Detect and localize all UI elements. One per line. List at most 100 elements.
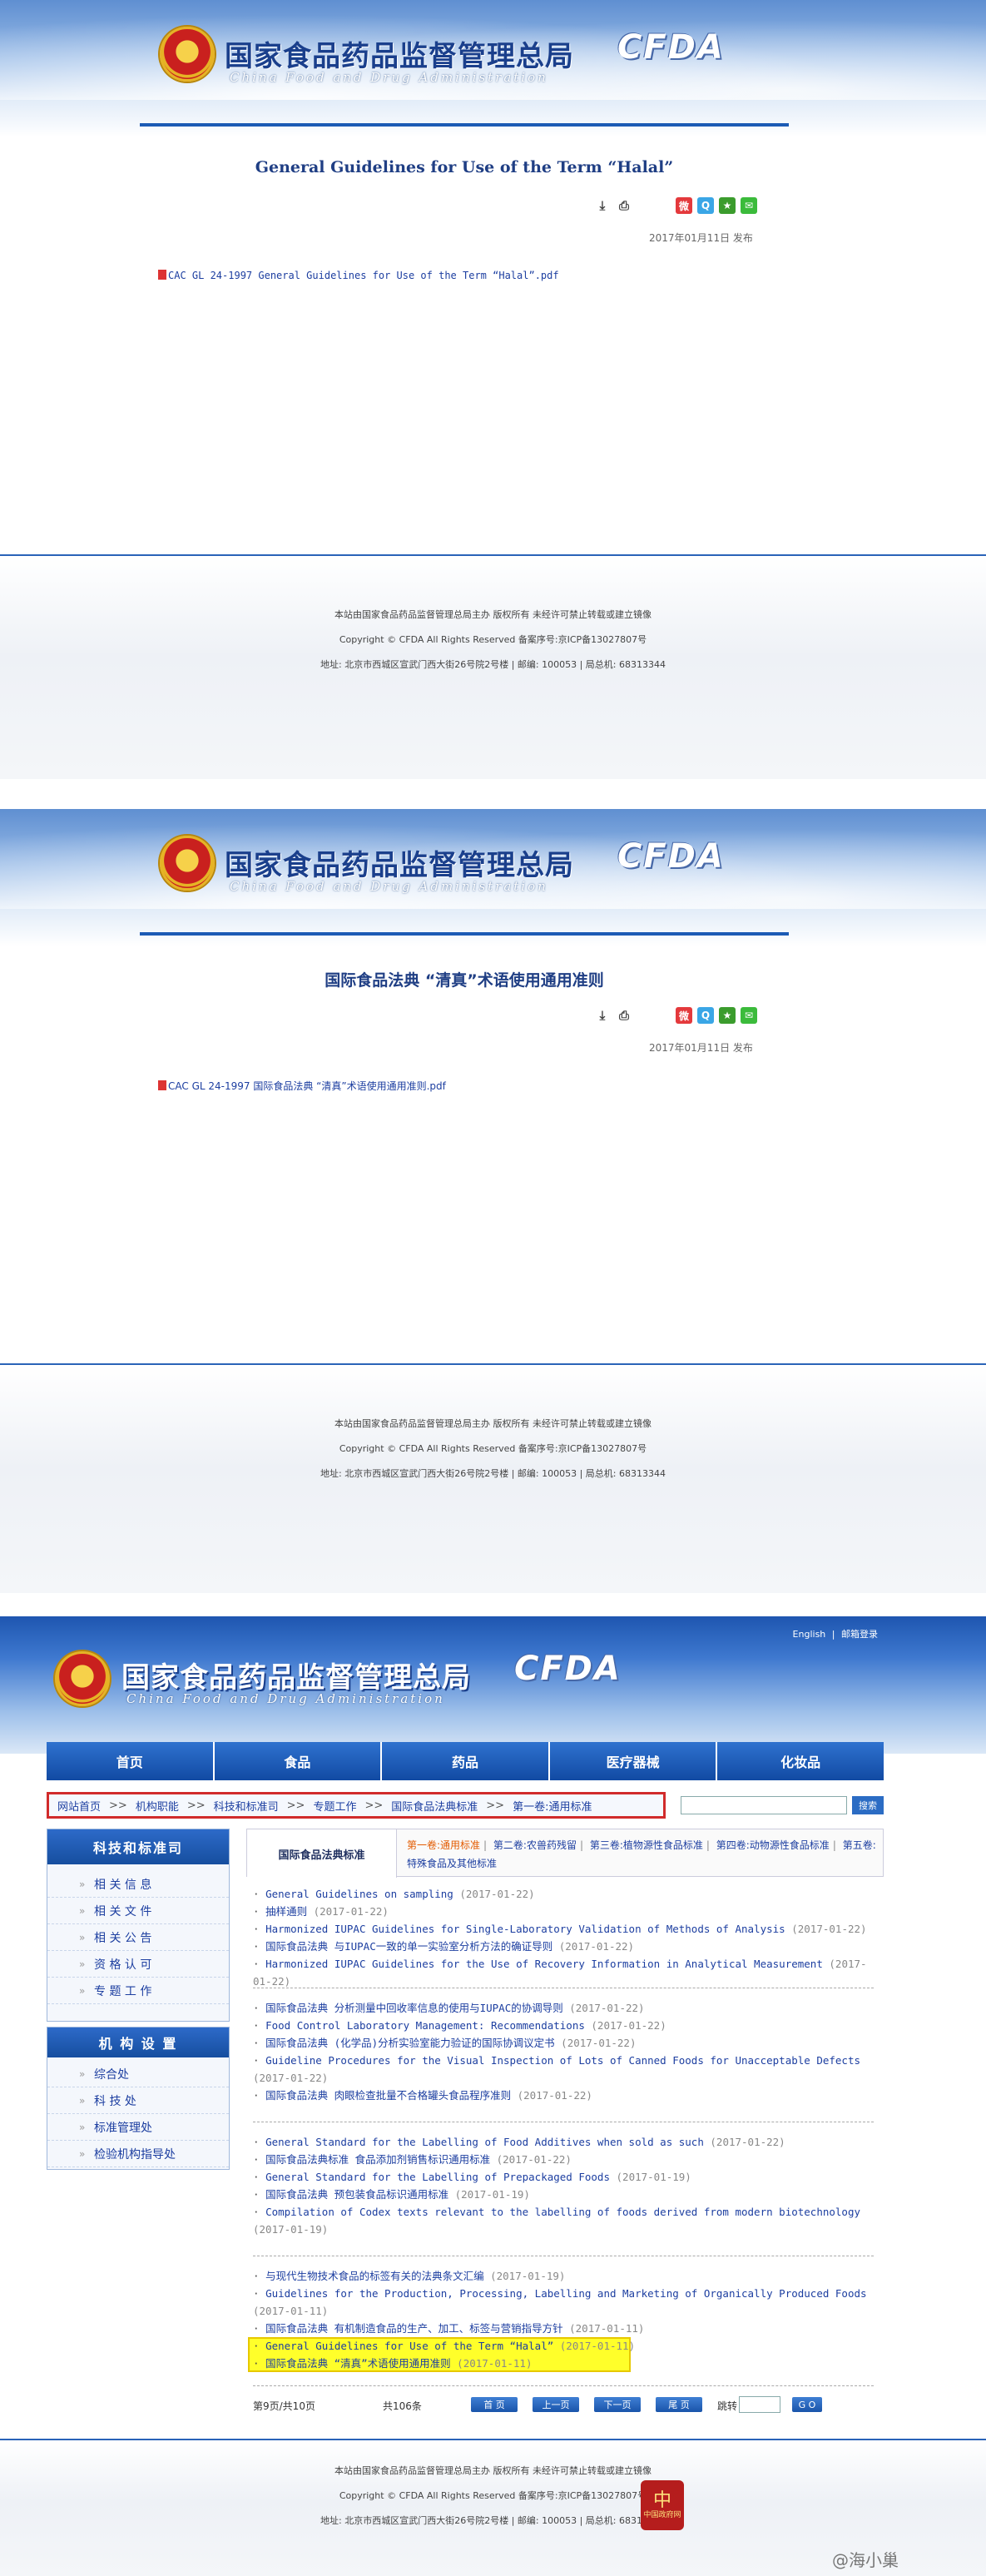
list-item[interactable]: Guidelines for the Production, Processin… [253, 2285, 874, 2320]
cfda-logo: CFDA [617, 837, 725, 876]
list-item[interactable]: 抽样通则 (2017-01-22) [253, 1903, 874, 1920]
english-link[interactable]: English [793, 1629, 826, 1640]
breadcrumb-item[interactable]: 第一卷:通用标准 [513, 1798, 592, 1814]
tool-icons: ⤓ ⎙ [594, 1007, 632, 1024]
breadcrumb-item[interactable]: 科技和标准司 [214, 1798, 279, 1814]
breadcrumb-item[interactable]: 网站首页 [57, 1798, 101, 1814]
footer-line-3: 地址: 北京市西城区宣武门西大街26号院2号楼 | 邮编: 100053 | 局… [320, 2515, 666, 2526]
national-emblem-icon [55, 1651, 110, 1706]
qzone-icon[interactable]: Q [697, 1007, 714, 1024]
next-page-button[interactable]: 下一页 [594, 2397, 641, 2412]
favorite-icon[interactable]: ★ [719, 197, 736, 214]
footer-line-2: Copyright © CFDA All Rights Reserved 备案序… [339, 1443, 647, 1454]
list-item[interactable]: 国际食品法典 分析测量中回收率信息的使用与IUPAC的协调导则 (2017-01… [253, 1999, 874, 2017]
footer-line-2: Copyright © CFDA All Rights Reserved 备案序… [339, 2490, 647, 2501]
page-header-2: 国家食品药品监督管理总局 China Food and Drug Adminis… [0, 809, 986, 946]
page-jump-input[interactable] [739, 2396, 780, 2413]
prev-page-button[interactable]: 上一页 [533, 2397, 579, 2412]
site-name-en: China Food and Drug Administration [230, 879, 548, 894]
nav-cosmetics[interactable]: 化妆品 [717, 1742, 884, 1780]
tab-volume-4[interactable]: 第四卷:动物源性食品标准 [716, 1839, 830, 1851]
list-item[interactable]: Guideline Procedures for the Visual Insp… [253, 2052, 874, 2087]
favorite-icon[interactable]: ★ [719, 1007, 736, 1024]
page-indicator: 第9页/共10页 [253, 2400, 315, 2412]
list-item[interactable]: General Guidelines for Use of the Term “… [253, 2337, 874, 2355]
pdf-icon [158, 270, 166, 280]
site-name-cn: 国家食品药品监督管理总局 [225, 849, 574, 882]
list-item[interactable]: Harmonized IUPAC Guidelines for Single-L… [253, 1920, 874, 1938]
qzone-icon[interactable]: Q [697, 197, 714, 214]
list-item[interactable]: 国际食品法典 肉眼检查批量不合格罐头食品程序准则 (2017-01-22) [253, 2087, 874, 2104]
wechat-icon[interactable]: ✉ [741, 1007, 757, 1024]
list-item[interactable]: 国际食品法典 “清真”术语使用通用准则 (2017-01-11) [253, 2355, 874, 2372]
national-emblem-icon [160, 27, 215, 82]
breadcrumb-item[interactable]: 机构职能 [136, 1798, 179, 1814]
share-icons: 微 Q ★ ✉ [676, 1007, 757, 1024]
weibo-icon[interactable]: 微 [676, 197, 692, 214]
list-item[interactable]: General Standard for the Labelling of Fo… [253, 2133, 874, 2151]
tab-volume-3[interactable]: 第三卷:植物源性食品标准 [590, 1839, 703, 1851]
jump-label: 跳转 [717, 2400, 738, 2412]
cfda-logo: CFDA [514, 1650, 622, 1688]
list-item[interactable]: Food Control Laboratory Management: Reco… [253, 2017, 874, 2034]
list-item[interactable]: General Standard for the Labelling of Pr… [253, 2168, 874, 2186]
sidebar-item[interactable]: 检验机构指导处 [47, 2141, 229, 2167]
list-item[interactable]: 与现代生物技术食品的标签有关的法典条文汇编 (2017-01-19) [253, 2267, 874, 2285]
list-item[interactable]: 国际食品法典 与IUPAC一致的单一实验室分析方法的确证导则 (2017-01-… [253, 1938, 874, 1955]
share-icons: 微 Q ★ ✉ [676, 197, 757, 214]
download-icon[interactable]: ⤓ [594, 197, 611, 214]
breadcrumb-item[interactable]: 国际食品法典标准 [391, 1798, 478, 1814]
mail-login-link[interactable]: 邮箱登录 [841, 1629, 878, 1640]
doc-list-group: 与现代生物技术食品的标签有关的法典条文汇编 (2017-01-19) Guide… [253, 2267, 874, 2372]
sidebar-item[interactable]: 综合处 [47, 2061, 229, 2087]
sidebar-item[interactable]: 标准管理处 [47, 2114, 229, 2141]
weibo-icon[interactable]: 微 [676, 1007, 692, 1024]
breadcrumb-item[interactable]: 专题工作 [313, 1798, 356, 1814]
footer-line-1: 本站由国家食品药品监督管理总局主办 版权所有 未经许可禁止转载或建立镜像 [334, 2465, 652, 2476]
list-item[interactable]: 国际食品法典 预包装食品标识通用标准 (2017-01-19) [253, 2186, 874, 2203]
volume-tabs: 国际食品法典标准 第一卷:通用标准 | 第二卷:农兽药残留 | 第三卷:植物源性食品… [246, 1829, 884, 1878]
header-rule [140, 123, 789, 127]
sidebar-item[interactable]: 相 关 公 告 [47, 1924, 229, 1951]
nav-food[interactable]: 食品 [214, 1742, 383, 1780]
list-item[interactable]: 国际食品法典标准 食品添加剂销售标识通用标准 (2017-01-22) [253, 2151, 874, 2168]
attachment-link[interactable]: CAC GL 24-1997 General Guidelines for Us… [158, 270, 559, 281]
first-page-button[interactable]: 首 页 [471, 2397, 518, 2412]
watermark: @海小巢 [832, 2550, 899, 2570]
print-icon[interactable]: ⎙ [616, 1007, 632, 1024]
sidebar-title: 科技和标准司 [47, 1829, 229, 1864]
list-item[interactable]: General Guidelines on sampling (2017-01-… [253, 1885, 874, 1903]
print-icon[interactable]: ⎙ [616, 197, 632, 214]
nav-home[interactable]: 首页 [47, 1742, 215, 1780]
total-count: 共106条 [383, 2400, 422, 2412]
tabs-label: 国际食品法典标准 [247, 1829, 397, 1878]
list-item[interactable]: Compilation of Codex texts relevant to t… [253, 2203, 874, 2238]
footer-2: 本站由国家食品药品监督管理总局主办 版权所有 未经许可禁止转载或建立镜像 Cop… [0, 1363, 986, 1593]
page-header-1: 国家食品药品监督管理总局 China Food and Drug Adminis… [0, 0, 986, 137]
go-button[interactable]: G O [792, 2397, 822, 2412]
sidebar-item[interactable]: 相 关 信 息 [47, 1871, 229, 1898]
attachment-link[interactable]: CAC GL 24-1997 国际食品法典 “清真”术语使用通用准则.pdf [158, 1079, 446, 1093]
site-name-en: China Food and Drug Administration [126, 1691, 445, 1706]
sidebar-item[interactable]: 相 关 文 件 [47, 1898, 229, 1924]
breadcrumb: 网站首页 >> 机构职能 >> 科技和标准司 >> 专题工作 >> 国际食品法典标准 >>… [47, 1792, 666, 1819]
header-rule [140, 932, 789, 936]
wechat-icon[interactable]: ✉ [741, 197, 757, 214]
list-item[interactable]: 国际食品法典 有机制造食品的生产、加工、标签与营销指导方针 (2017-01-1… [253, 2320, 874, 2337]
sidebar-item[interactable]: 专 题 工 作 [47, 1978, 229, 2004]
last-page-button[interactable]: 尾 页 [656, 2397, 702, 2412]
divider [253, 2385, 874, 2386]
sidebar-item[interactable]: 资 格 认 可 [47, 1951, 229, 1978]
download-icon[interactable]: ⤓ [594, 1007, 611, 1024]
tab-volume-1[interactable]: 第一卷:通用标准 [407, 1839, 480, 1851]
nav-drugs[interactable]: 药品 [382, 1742, 550, 1780]
search-input[interactable] [681, 1796, 847, 1814]
sidebar-item[interactable]: 科 技 处 [47, 2087, 229, 2114]
tab-volume-2[interactable]: 第二卷:农兽药残留 [493, 1839, 577, 1851]
site-name-cn: 国家食品药品监督管理总局 [225, 40, 574, 73]
search-button[interactable]: 搜索 [852, 1796, 884, 1814]
nav-devices[interactable]: 医疗器械 [549, 1742, 718, 1780]
list-item[interactable]: Harmonized IUPAC Guidelines for the Use … [253, 1955, 874, 1990]
list-item[interactable]: 国际食品法典 (化学品)分析实验室能力验证的国际协调议定书 (2017-01-2… [253, 2034, 874, 2052]
gov-site-seal[interactable]: 中国政府网 [641, 2480, 684, 2530]
